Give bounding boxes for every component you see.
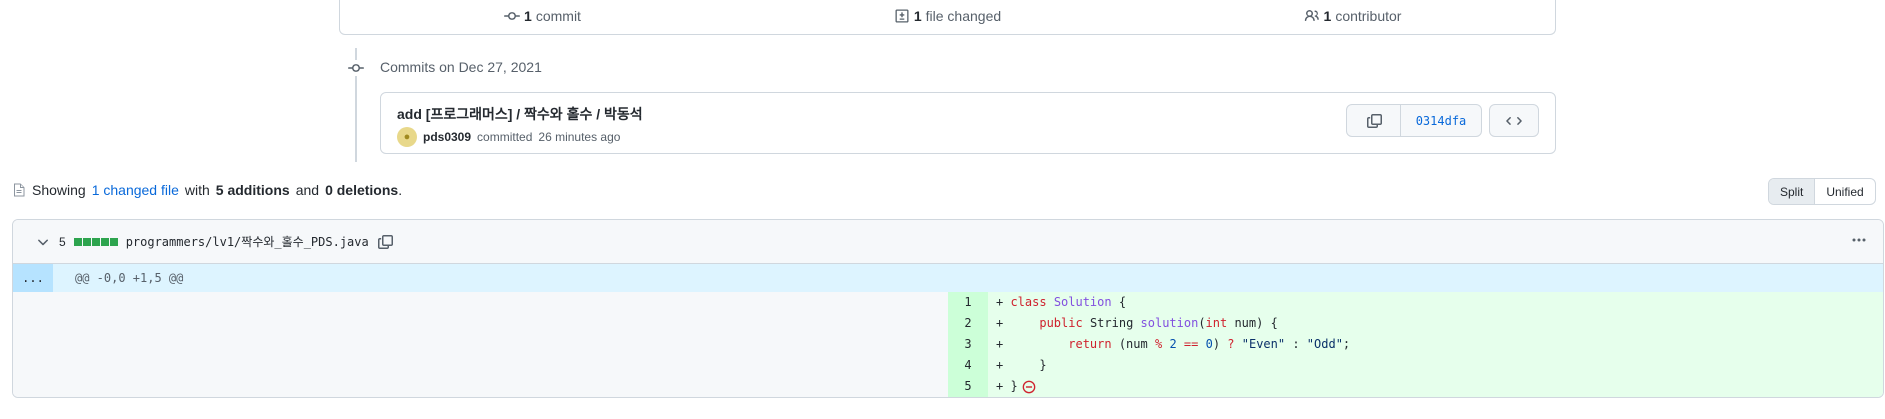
copy-sha-button[interactable]: [1347, 105, 1401, 136]
no-newline-icon: [1022, 380, 1036, 393]
commit-message-link[interactable]: add [프로그래머스] / 짝수와 홀수 / 박동석: [397, 104, 643, 124]
file-path-link[interactable]: programmers/lv1/짝수와_홀수_PDS.java: [126, 233, 369, 250]
code-line: + }: [988, 355, 1883, 376]
expand-hunk-button[interactable]: ...: [13, 264, 53, 292]
commit-sha-link[interactable]: 0314dfa: [1401, 105, 1481, 136]
empty-left-side: [13, 334, 948, 355]
unified-view-button[interactable]: Unified: [1815, 179, 1874, 204]
diff-line: 2 + public String solution(int num) {: [13, 313, 1883, 334]
diff-line: 1 + class Solution {: [13, 292, 1883, 313]
commit-sha-group: 0314dfa: [1346, 104, 1482, 137]
diff-view-toggle: Split Unified: [1768, 178, 1876, 205]
files-label: file changed: [925, 8, 1002, 24]
code-line: + class Solution {: [988, 292, 1883, 313]
file-header: 5 programmers/lv1/짝수와_홀수_PDS.java: [13, 220, 1883, 264]
showing-text: Showing: [32, 182, 86, 198]
code-line: + }: [988, 376, 1883, 397]
line-number[interactable]: 1: [948, 292, 988, 313]
file-icon: [14, 183, 25, 197]
avatar[interactable]: ●: [397, 127, 417, 147]
commit-author-link[interactable]: pds0309: [423, 130, 471, 144]
commit-card: add [프로그래머스] / 짝수와 홀수 / 박동석 ● pds0309 co…: [380, 92, 1556, 154]
contributors-count: 1: [1323, 8, 1332, 24]
diff-lines: 1 + class Solution { 2 + public String s…: [13, 292, 1883, 397]
chevron-down-icon[interactable]: [35, 234, 51, 250]
people-icon: [1304, 10, 1319, 22]
commits-date-heading: Commits on Dec 27, 2021: [380, 59, 542, 75]
commit-node-icon: [348, 60, 364, 76]
copy-icon: [1366, 113, 1382, 128]
diff-line: 3 + return (num % 2 == 0) ? "Even" : "Od…: [13, 334, 1883, 355]
commits-count: 1: [524, 8, 532, 24]
split-view-button[interactable]: Split: [1769, 179, 1816, 204]
with-text: with: [184, 182, 210, 198]
diff-line: 4 + }: [13, 355, 1883, 376]
line-number[interactable]: 4: [948, 355, 988, 376]
changed-files-link[interactable]: 1 changed file: [92, 182, 179, 198]
code-icon: [1506, 116, 1522, 125]
code-line: + return (num % 2 == 0) ? "Even" : "Odd"…: [988, 334, 1883, 355]
diffstat-count: 5: [59, 234, 66, 249]
compare-summary-bar: 1 commit 1 file changed 1 contributor: [339, 0, 1556, 35]
contributors-tab[interactable]: 1 contributor: [1150, 0, 1555, 34]
files-changed-tab[interactable]: 1 file changed: [745, 0, 1150, 34]
hunk-header: @@ -0,0 +1,5 @@: [75, 271, 184, 285]
file-diff-icon: [895, 9, 909, 23]
empty-left-side: [13, 376, 948, 397]
deletions-count: 0 deletions: [325, 182, 399, 198]
commits-label: commit: [535, 8, 581, 24]
hunk-header-row: ... @@ -0,0 +1,5 @@: [13, 264, 1883, 292]
diff-summary: Showing 1 changed file with 5 additions …: [12, 182, 402, 198]
commit-time: 26 minutes ago: [538, 130, 621, 144]
diffstat-bar: [73, 237, 118, 246]
line-number[interactable]: 3: [948, 334, 988, 355]
commit-icon: [504, 12, 521, 20]
empty-left-side: [13, 292, 948, 313]
commits-tab[interactable]: 1 commit: [340, 0, 745, 34]
and-text: and: [295, 182, 320, 198]
code-line: + public String solution(int num) {: [988, 313, 1883, 334]
browse-code-button[interactable]: [1489, 104, 1539, 137]
commit-meta: ● pds0309 committed 26 minutes ago: [397, 127, 620, 147]
line-number[interactable]: 2: [948, 313, 988, 334]
kebab-menu-icon[interactable]: [1851, 232, 1867, 248]
file-diff: 5 programmers/lv1/짝수와_홀수_PDS.java ... @@…: [12, 219, 1884, 398]
commit-action: committed: [477, 130, 533, 144]
copy-path-icon[interactable]: [377, 234, 393, 250]
contributors-label: contributor: [1335, 8, 1402, 24]
empty-left-side: [13, 313, 948, 334]
line-number[interactable]: 5: [948, 376, 988, 397]
empty-left-side: [13, 355, 948, 376]
additions-count: 5 additions: [215, 182, 290, 198]
diff-line: 5 + }: [13, 376, 1883, 397]
files-count: 1: [913, 8, 922, 24]
period-text: .: [398, 182, 403, 198]
